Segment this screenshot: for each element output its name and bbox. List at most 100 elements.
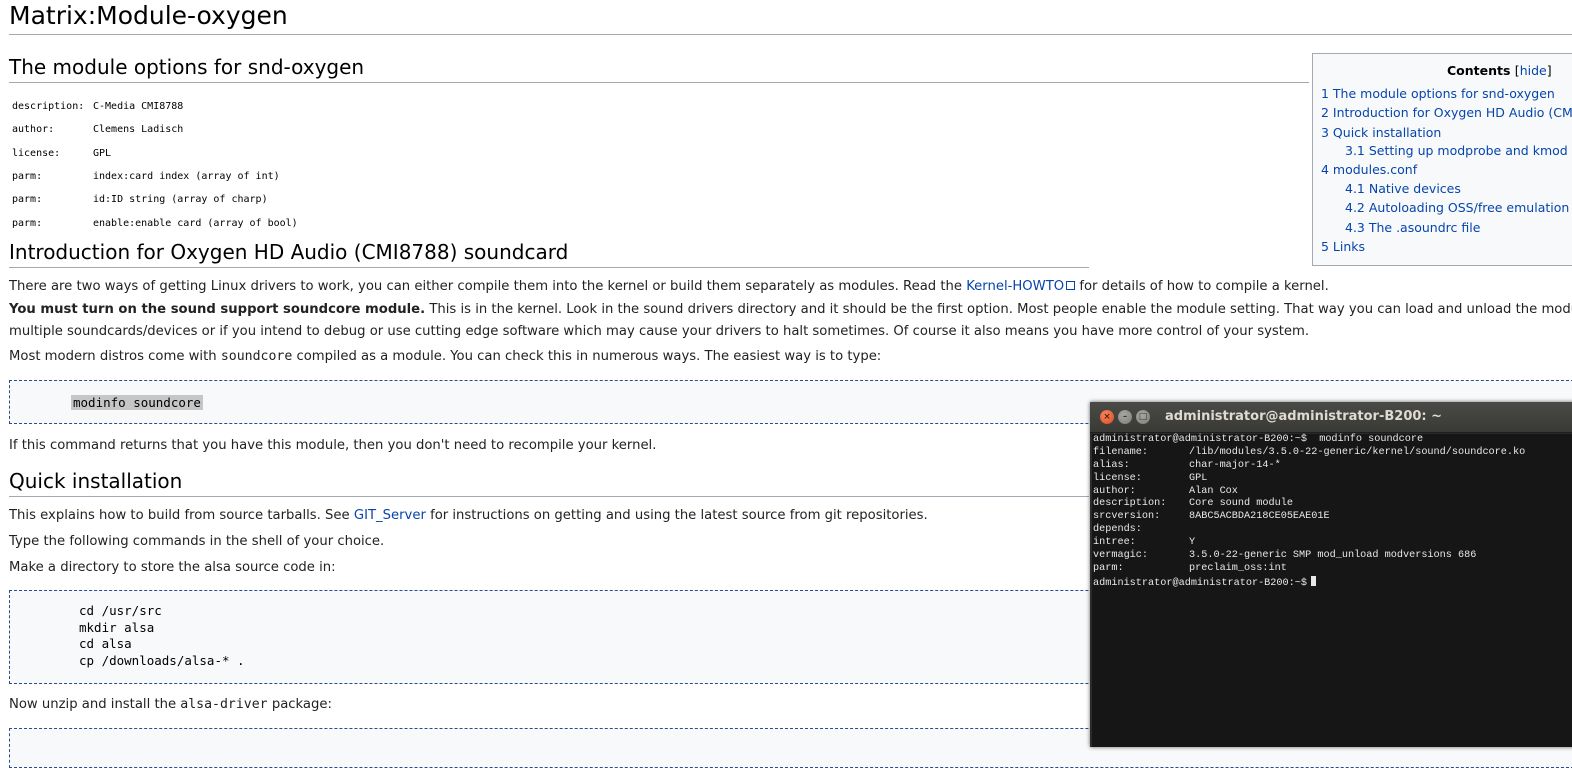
terminal-line: administrator@administrator-B200:~$ modi… <box>1093 434 1424 445</box>
close-icon[interactable]: × <box>1100 410 1114 424</box>
terminal-key: author: <box>1093 485 1136 497</box>
terminal-value: preclaim_oss:int <box>1189 562 1287 574</box>
terminal-titlebar[interactable]: × – □ administrator@administrator-B200: … <box>1090 402 1572 433</box>
paragraph-text: This is in the kernel. Look in the sound… <box>425 302 1572 317</box>
paragraph-text: Now unzip and install the <box>9 697 181 712</box>
table-key: parm: <box>12 194 43 206</box>
link-text: Kernel-HOWTO <box>966 279 1065 294</box>
table-key: parm: <box>12 171 43 183</box>
terminal-key: license: <box>1093 472 1142 484</box>
toc-title: Contents [hide] <box>1447 63 1552 78</box>
paragraph-text: package: <box>267 697 332 712</box>
terminal-body[interactable]: administrator@administrator-B200:~$ modi… <box>1092 434 1572 747</box>
table-row: license: GPL <box>9 142 301 165</box>
terminal-value: Y <box>1189 537 1196 549</box>
toc-item-modprobe[interactable]: 3.1 Setting up modprobe and kmod <box>1345 143 1568 158</box>
table-value: GPL <box>93 147 112 159</box>
table-value: id:ID string (array of charp) <box>93 194 268 206</box>
kernel-howto-link[interactable]: Kernel-HOWTO <box>966 279 1076 294</box>
paragraph-text: for details of how to compile a kernel. <box>1075 279 1329 294</box>
quick-paragraph-2: Type the following commands in the shell… <box>9 534 385 549</box>
toc-item-module-options[interactable]: 1 The module options for snd-oxygen <box>1321 86 1555 101</box>
toc-item-asoundrc[interactable]: 4.3 The .asoundrc file <box>1345 220 1480 235</box>
bold-text: You must turn on the sound support sound… <box>9 302 426 317</box>
terminal-key: filename: <box>1093 446 1149 458</box>
external-link-icon <box>1066 281 1076 290</box>
intro-paragraph-2-line-2: multiple soundcards/devices or if you in… <box>9 321 1309 344</box>
quick-paragraph-3: Make a directory to store the alsa sourc… <box>9 560 336 575</box>
paragraph-text: There are two ways of getting Linux driv… <box>9 279 967 294</box>
toc-item-modules-conf[interactable]: 4 modules.conf <box>1321 162 1417 177</box>
terminal-value: Alan Cox <box>1189 485 1238 497</box>
toc-item-links[interactable]: 5 Links <box>1321 239 1365 254</box>
inline-code: alsa-driver <box>180 697 268 712</box>
terminal-value: /lib/modules/3.5.0-22-generic/kernel/sou… <box>1189 446 1526 458</box>
terminal-key: description: <box>1093 498 1167 510</box>
table-key: description: <box>12 101 85 113</box>
table-value: Clemens Ladisch <box>93 124 184 136</box>
toc-hide-link[interactable]: hide <box>1520 63 1547 78</box>
paragraph-text: Most modern distros come with <box>9 349 221 364</box>
modinfo-table: description: C-Media CMI8788 author: Cleme… <box>9 95 301 235</box>
paragraph-text: This explains how to build from source t… <box>9 508 354 523</box>
terminal-line: author: Alan Cox <box>1093 486 1572 499</box>
terminal-value: char-major-14-* <box>1189 459 1281 471</box>
terminal-line: depends: <box>1093 524 1572 537</box>
intro-paragraph-2: You must turn on the sound support sound… <box>9 299 1572 322</box>
table-key: author: <box>12 124 55 136</box>
terminal-line: parm: preclaim_oss:int <box>1093 563 1572 576</box>
terminal-line: filename: /lib/modules/3.5.0-22-generic/k… <box>1093 447 1572 460</box>
table-row: parm: index:card index (array of int) <box>9 165 301 188</box>
table-row: author: Clemens Ladisch <box>9 118 301 141</box>
terminal-key: alias: <box>1093 459 1130 471</box>
maximize-icon[interactable]: □ <box>1136 410 1150 424</box>
terminal-line: srcversion: 8ABC5ACBDA218CE05EAE01E <box>1093 511 1572 524</box>
table-row: description: C-Media CMI8788 <box>9 95 301 118</box>
section-heading-module-options: The module options for snd-oxygen <box>9 55 1309 83</box>
cursor-icon <box>1310 575 1316 586</box>
terminal-line: license: GPL <box>1093 473 1572 486</box>
terminal-key: parm: <box>1093 562 1124 574</box>
paragraph-text: multiple soundcards/devices or if you in… <box>9 324 1310 339</box>
terminal-value: Core sound module <box>1189 498 1293 510</box>
toc-title-text: Contents <box>1447 63 1511 78</box>
section-heading-quick-installation: Quick installation <box>9 469 1089 497</box>
minimize-icon[interactable]: – <box>1118 410 1132 424</box>
toc-item-introduction[interactable]: 2 Introduction for Oxygen HD Audio (CMI <box>1321 105 1572 120</box>
table-value: index:card index (array of int) <box>93 171 280 183</box>
toc-item-native-devices[interactable]: 4.1 Native devices <box>1345 181 1461 196</box>
inline-code: soundcore <box>220 349 293 364</box>
terminal-value: 3.5.0-22-generic SMP mod_unload modversi… <box>1189 550 1477 562</box>
terminal-key: intree: <box>1093 537 1136 549</box>
toc-hide-wrapper: [hide] <box>1514 63 1552 78</box>
page-title: Matrix:Module-oxygen <box>9 1 1572 35</box>
terminal-key: srcversion: <box>1093 511 1161 523</box>
intro-paragraph-3: Most modern distros come with soundcore … <box>9 346 881 369</box>
terminal-value: GPL <box>1189 472 1208 484</box>
section-heading-introduction: Introduction for Oxygen HD Audio (CMI878… <box>9 240 1089 268</box>
table-row: parm: enable:enable card (array of bool) <box>9 211 301 234</box>
terminal-value: 8ABC5ACBDA218CE05EAE01E <box>1189 511 1330 523</box>
terminal-window[interactable]: × – □ administrator@administrator-B200: … <box>1090 402 1572 747</box>
terminal-prompt: administrator@administrator-B200:~$ <box>1093 577 1307 589</box>
toc-item-quick-installation[interactable]: 3 Quick installation <box>1321 125 1441 140</box>
table-row: parm: id:ID string (array of charp) <box>9 188 301 211</box>
toc-item-oss-emulation[interactable]: 4.2 Autoloading OSS/free emulation <box>1345 200 1569 215</box>
quick-paragraph-1: This explains how to build from source t… <box>9 505 928 528</box>
table-value: enable:enable card (array of bool) <box>93 217 298 229</box>
table-of-contents: Contents [hide] 1 The module options for… <box>1312 53 1572 266</box>
intro-paragraph-1: There are two ways of getting Linux driv… <box>9 276 1329 299</box>
table-key: license: <box>12 147 61 159</box>
terminal-key: vermagic: <box>1093 550 1149 562</box>
table-value: C-Media CMI8788 <box>93 101 184 113</box>
terminal-title: administrator@administrator-B200: ~ <box>1165 409 1443 424</box>
paragraph-text: compiled as a module. You can check this… <box>292 349 882 364</box>
git-server-link[interactable]: GIT_Server <box>354 508 426 523</box>
quick-paragraph-4: Now unzip and install the alsa-driver pa… <box>9 694 332 717</box>
paragraph-text: for instructions on getting and using th… <box>425 508 928 523</box>
intro-paragraph-4: If this command returns that you have th… <box>9 438 657 453</box>
terminal-line: vermagic: 3.5.0-22-generic SMP mod_unload… <box>1093 550 1572 563</box>
selected-command[interactable]: modinfo soundcore <box>71 395 203 410</box>
terminal-line: alias: char-major-14-* <box>1093 460 1572 473</box>
terminal-line: description: Core sound module <box>1093 498 1572 511</box>
